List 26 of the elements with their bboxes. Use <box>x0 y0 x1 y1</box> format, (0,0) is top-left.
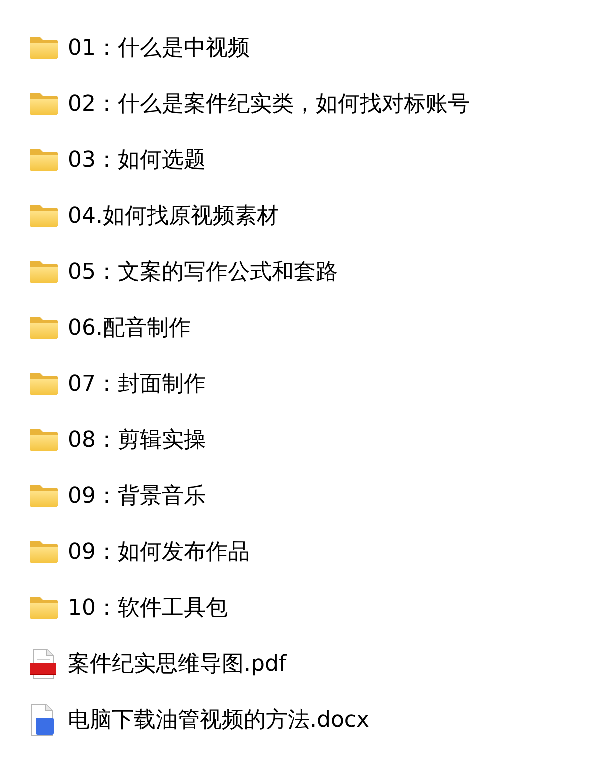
file-name[interactable]: 02：什么是案件纪实类，如何找对标账号 <box>68 88 470 120</box>
folder-icon <box>30 485 58 507</box>
file-name[interactable]: 10：软件工具包 <box>68 592 228 624</box>
folder-icon <box>30 597 58 619</box>
word-file-icon <box>30 704 56 736</box>
file-name[interactable]: 05：文案的写作公式和套路 <box>68 256 338 288</box>
folder-icon <box>30 317 58 339</box>
file-name[interactable]: 案件纪实思维导图.pdf <box>68 648 287 680</box>
folder-icon <box>30 149 58 171</box>
pdf-file-icon <box>30 649 56 679</box>
file-name[interactable]: 06.配音制作 <box>68 312 191 344</box>
folder-icon <box>30 261 58 283</box>
folder-icon <box>30 429 58 451</box>
folder-icon <box>30 205 58 227</box>
folder-icon <box>30 37 58 59</box>
folder-icon <box>30 541 58 563</box>
file-name[interactable]: 电脑下载油管视频的方法.docx <box>68 704 370 736</box>
file-name[interactable]: 04.如何找原视频素材 <box>68 200 279 232</box>
file-name[interactable]: 09：背景音乐 <box>68 480 206 512</box>
file-name[interactable]: 07：封面制作 <box>68 368 206 400</box>
folder-icon <box>30 373 58 395</box>
file-name[interactable]: 09：如何发布作品 <box>68 536 250 568</box>
file-name[interactable]: 01：什么是中视频 <box>68 32 250 64</box>
folder-icon <box>30 93 58 115</box>
file-name[interactable]: 03：如何选题 <box>68 144 206 176</box>
file-name[interactable]: 08：剪辑实操 <box>68 424 206 456</box>
